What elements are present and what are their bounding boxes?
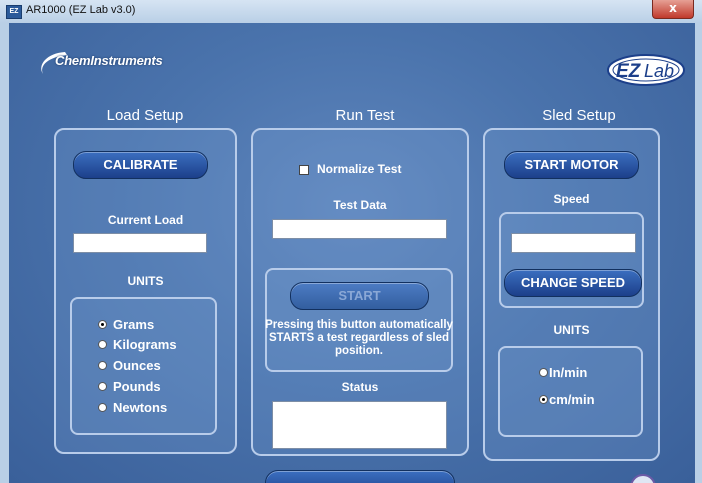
radio-indicator[interactable] (98, 403, 107, 412)
radio-indicator[interactable] (98, 320, 107, 329)
ez-logo-prefix: EZ (616, 61, 642, 82)
status-field[interactable] (272, 401, 447, 449)
test-data-label: Test Data (333, 198, 387, 212)
radio-label: Ounces (113, 358, 161, 373)
ez-logo-suffix: Lab (644, 61, 674, 81)
radio-newtons[interactable]: Newtons (98, 400, 167, 415)
radio-label: Kilograms (113, 337, 177, 352)
ez-lab-logo: EZ Lab (607, 54, 685, 86)
close-button[interactable]: x (652, 0, 694, 19)
window-frame-left (0, 23, 9, 483)
start-note: Pressing this button automatically START… (265, 319, 453, 357)
speed-label: Speed (553, 192, 590, 206)
test-data-field[interactable] (272, 219, 447, 239)
window-frame-right (695, 23, 702, 483)
speed-field[interactable] (511, 233, 636, 253)
sled-setup-title: Sled Setup (542, 107, 616, 124)
radio-indicator[interactable] (98, 340, 107, 349)
start-motor-button[interactable]: START MOTOR (504, 151, 639, 179)
run-test-title: Run Test (335, 107, 395, 124)
radio-grams[interactable]: Grams (98, 317, 154, 332)
normalize-test-checkbox[interactable] (299, 165, 309, 175)
radio-indicator[interactable] (539, 368, 548, 377)
load-setup-title: Load Setup (106, 107, 184, 124)
bottom-right-badge-partial[interactable] (630, 474, 656, 483)
radio-label: cm/min (549, 392, 595, 407)
current-load-field[interactable] (73, 233, 207, 253)
radio-kilograms[interactable]: Kilograms (98, 337, 177, 352)
status-label: Status (341, 380, 379, 394)
app-icon: EZ (6, 5, 22, 19)
title-bar: EZ AR1000 (EZ Lab v3.0) x (0, 0, 702, 24)
normalize-test-label: Normalize Test (317, 162, 402, 176)
radio-label: In/min (549, 365, 588, 380)
radio-ounces[interactable]: Ounces (98, 358, 161, 373)
radio-label: Newtons (113, 400, 168, 415)
current-load-label: Current Load (107, 213, 184, 227)
cheminstruments-logo: ChemInstruments (35, 49, 195, 77)
radio-label: Grams (113, 317, 155, 332)
radio-cm-min[interactable]: cm/min (539, 392, 595, 407)
radio-in-min[interactable]: In/min (539, 365, 587, 380)
app-canvas: ChemInstruments EZ Lab Load Setup Run Te… (9, 23, 695, 483)
radio-pounds[interactable]: Pounds (98, 379, 161, 394)
bottom-button-partial[interactable] (265, 470, 455, 483)
start-button[interactable]: START (290, 282, 429, 310)
radio-indicator[interactable] (98, 361, 107, 370)
load-units-label: UNITS (127, 274, 164, 288)
change-speed-button[interactable]: CHANGE SPEED (504, 269, 642, 297)
sled-units-label: UNITS (553, 323, 590, 337)
cheminstruments-logo-text: ChemInstruments (55, 53, 163, 68)
calibrate-button[interactable]: CALIBRATE (73, 151, 208, 179)
radio-indicator[interactable] (539, 395, 548, 404)
window-title: AR1000 (EZ Lab v3.0) (26, 4, 136, 16)
radio-indicator[interactable] (98, 382, 107, 391)
radio-label: Pounds (113, 379, 161, 394)
